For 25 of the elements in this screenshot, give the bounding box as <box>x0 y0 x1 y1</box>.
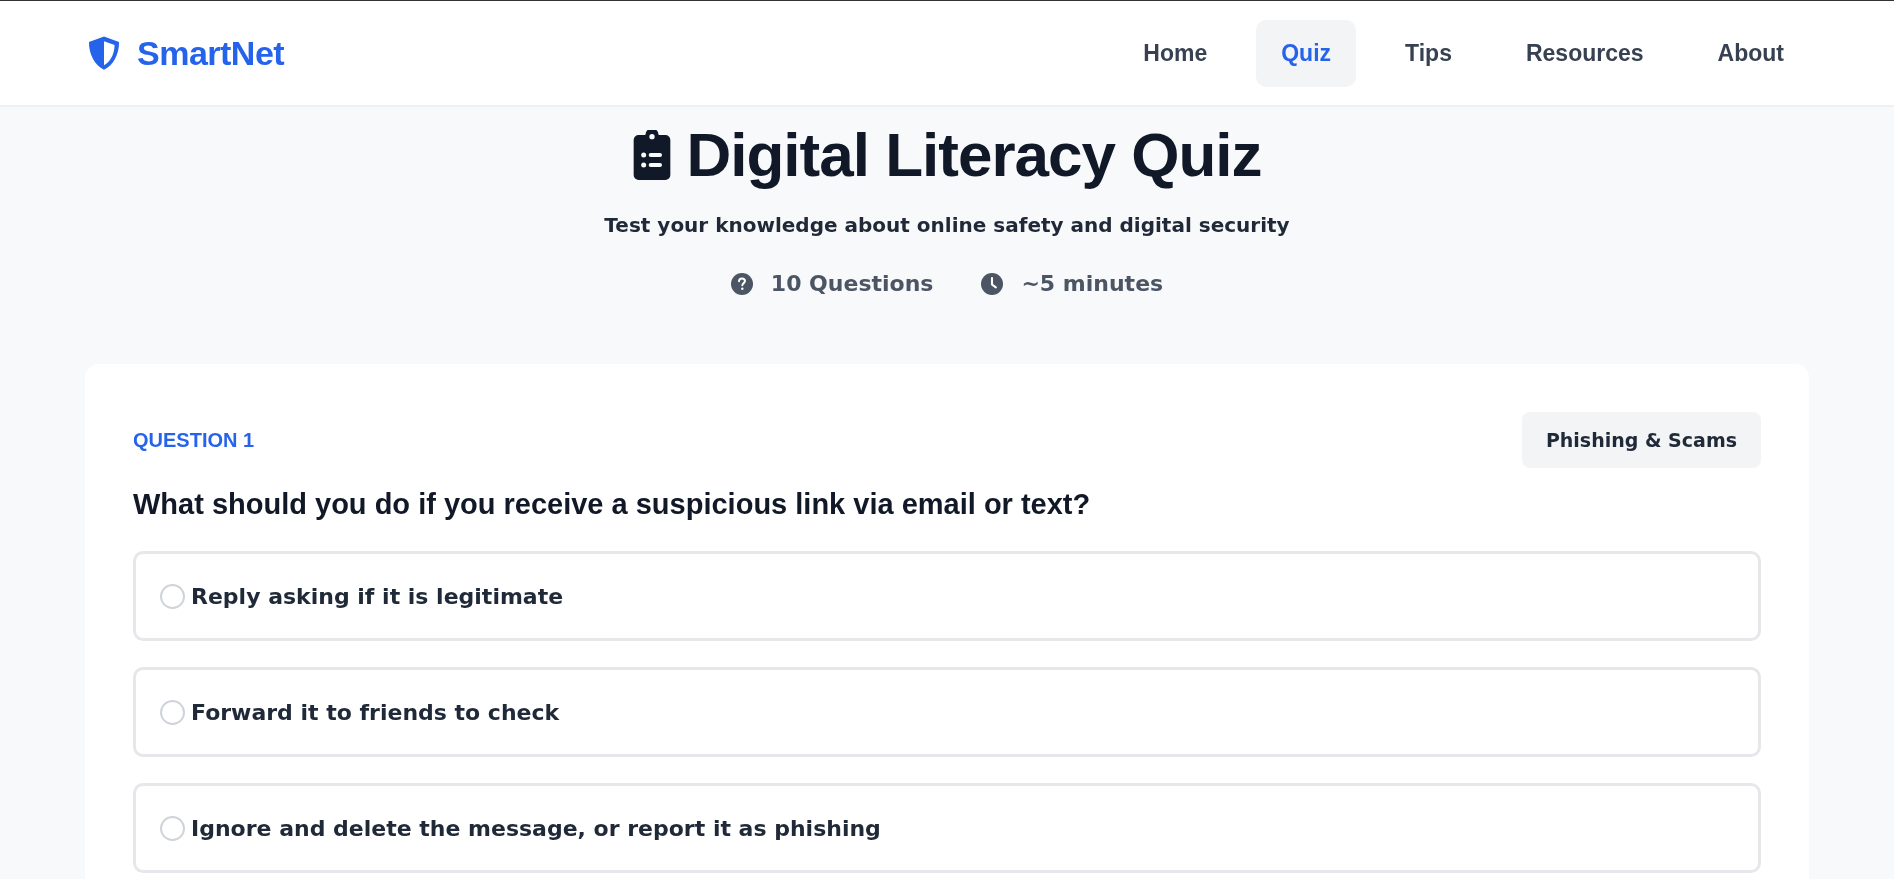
nav-link[interactable]: About <box>1692 19 1809 87</box>
clipboard-icon <box>632 130 673 180</box>
option-text: Forward it to friends to check <box>191 699 560 725</box>
brand-name[interactable]: SmartNet <box>137 33 285 73</box>
question-number: QUESTION 1 <box>133 428 255 452</box>
option-text: Ignore and delete the message, or report it as phishing <box>191 815 881 841</box>
page-subtitle: Test your knowledge about online safety and digital security <box>604 213 1290 237</box>
meta-text: 10 Questions <box>770 271 934 296</box>
page-title: Digital Literacy Quiz <box>686 119 1262 191</box>
radio-button[interactable] <box>160 583 185 609</box>
nav-link[interactable]: Resources <box>1500 19 1669 87</box>
answer-option[interactable]: Reply asking if it is legitimate <box>133 551 1761 641</box>
question-icon <box>730 272 753 295</box>
question-text: What should you do if you receive a suspicious link via email or text? <box>133 488 1092 521</box>
clock-icon <box>981 272 1004 295</box>
answer-option[interactable]: Forward it to friends to check <box>133 667 1761 757</box>
nav-link[interactable]: Tips <box>1380 19 1477 87</box>
category-badge: Phishing & Scams <box>1521 412 1761 468</box>
radio-button[interactable] <box>160 699 185 725</box>
answer-option[interactable]: Ignore and delete the message, or report it as phishing <box>133 783 1761 873</box>
nav-link[interactable]: Home <box>1118 19 1233 87</box>
radio-button[interactable] <box>160 815 185 841</box>
meta-text: ~5 minutes <box>1021 271 1164 296</box>
nav-link[interactable]: Quiz <box>1256 19 1357 87</box>
option-text: Reply asking if it is legitimate <box>191 583 564 609</box>
